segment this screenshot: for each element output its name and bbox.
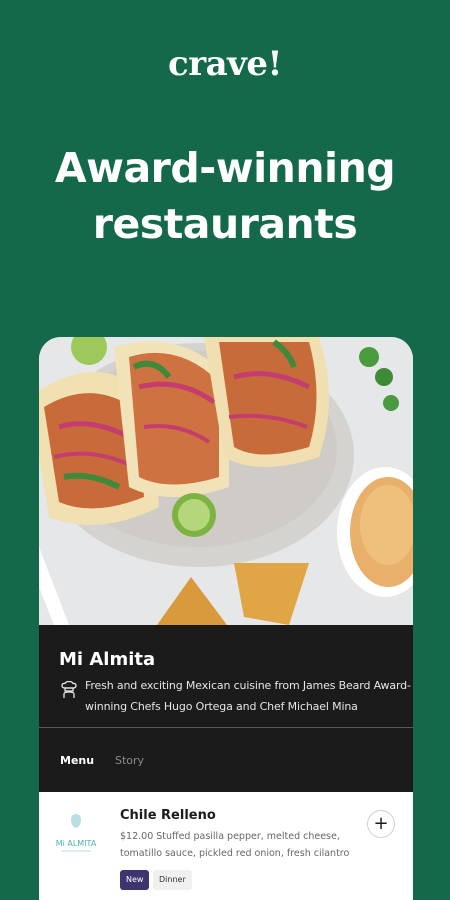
add-to-cart-button[interactable]: + bbox=[367, 810, 395, 838]
tab-bar: Menu Story bbox=[39, 728, 413, 792]
badge-new: New bbox=[120, 870, 150, 890]
tab-menu[interactable]: Menu bbox=[60, 754, 94, 767]
chef-hat-icon bbox=[61, 680, 77, 699]
headline: Award-winning restaurants bbox=[0, 140, 450, 252]
restaurant-logo-thumbnail: Mi ALMITA bbox=[49, 810, 103, 856]
restaurant-description: Fresh and exciting Mexican cuisine from … bbox=[85, 679, 411, 713]
menu-item-name: Chile Relleno bbox=[120, 808, 216, 823]
logo-text: Mi ALMITA bbox=[56, 839, 97, 848]
headline-line-1: Award-winning bbox=[54, 144, 396, 192]
menu-item-description: $12.00 Stuffed pasilla pepper, melted ch… bbox=[120, 831, 350, 859]
brand-logo: crave! bbox=[168, 44, 282, 84]
badge-dinner: Dinner bbox=[153, 870, 192, 890]
headline-line-2: restaurants bbox=[92, 200, 358, 248]
plus-icon: + bbox=[373, 813, 389, 834]
hero-food-image bbox=[39, 337, 413, 625]
menu-item-card[interactable]: Mi ALMITA Chile Relleno $12.00 Stuffed p… bbox=[39, 792, 413, 900]
restaurant-name: Mi Almita bbox=[59, 649, 156, 670]
tab-story[interactable]: Story bbox=[115, 754, 144, 767]
restaurant-info: Mi Almita Fresh and exciting Mexican cui… bbox=[39, 625, 413, 729]
phone-mockup: Mi Almita Fresh and exciting Mexican cui… bbox=[39, 337, 413, 900]
